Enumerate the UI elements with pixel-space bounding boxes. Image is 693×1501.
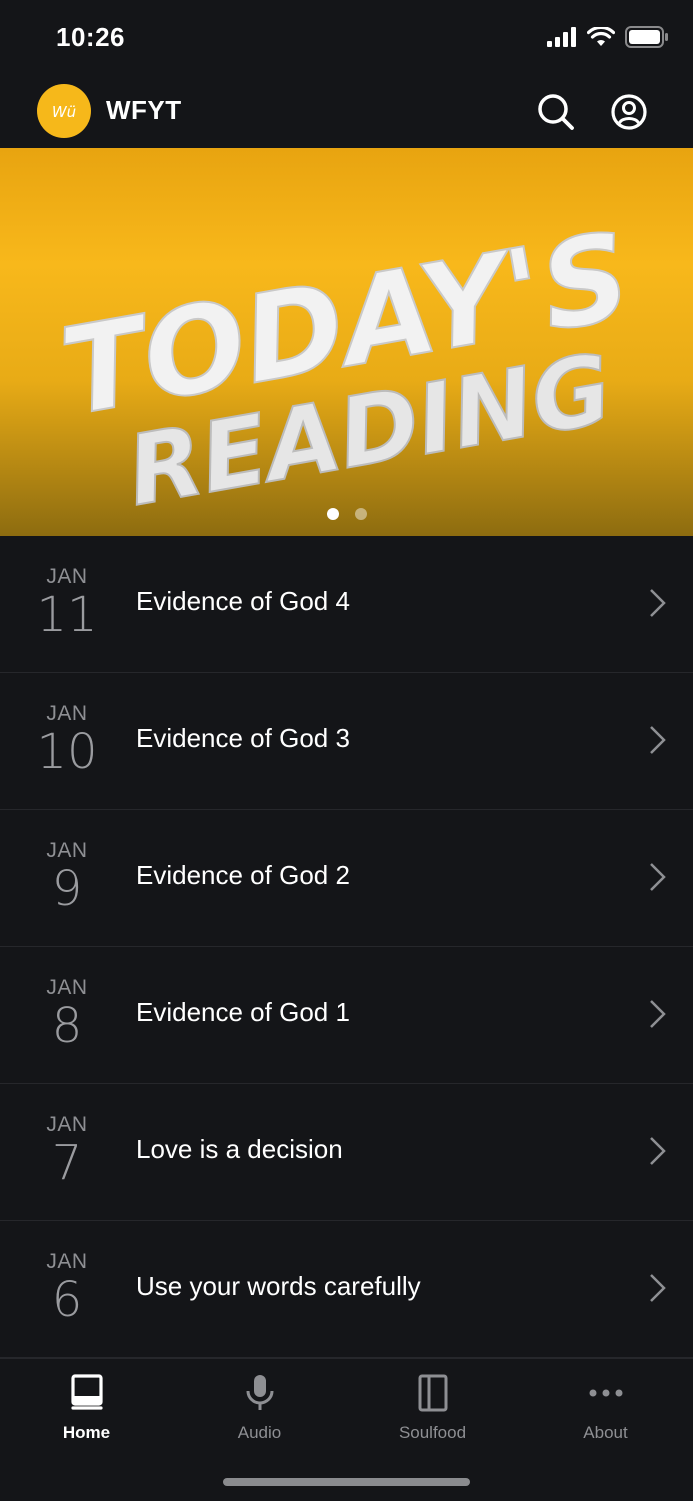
chevron-right-icon [650,726,666,754]
reading-date: JAN 9 [22,838,112,914]
reading-date: JAN 6 [22,1249,112,1325]
reading-title: Evidence of God 3 [136,723,350,753]
todays-reading-banner[interactable]: TODAY'S READING [0,148,693,536]
status-bar: 10:26 [0,0,693,78]
tab-soulfood[interactable]: Soulfood [346,1373,519,1453]
tab-label: Home [62,1423,111,1442]
reading-date: JAN 11 [22,564,112,640]
tab-home[interactable]: Home [0,1373,173,1453]
tab-label: Soulfood [398,1423,467,1442]
reading-row[interactable]: JAN 8 Evidence of God 1 [0,947,693,1084]
app-logo[interactable]: Wü [37,84,91,138]
tab-audio[interactable]: Audio [173,1373,346,1453]
chevron-right-icon [650,1000,666,1028]
app-header: Wü WFYT [0,78,693,148]
reading-row[interactable]: JAN 9 Evidence of God 2 [0,810,693,947]
app-title: WFYT [106,95,182,125]
carousel-dot-1[interactable] [326,508,339,520]
reading-title: Evidence of God 1 [136,997,350,1027]
tab-label: Audio [237,1423,282,1442]
notebook-icon [413,1373,453,1413]
chevron-right-icon [650,863,666,891]
home-indicator[interactable] [223,1478,470,1486]
reading-date: JAN 10 [22,701,112,777]
chevron-right-icon [650,589,666,617]
signal-icon [547,27,576,47]
book-icon [67,1373,107,1413]
svg-text:Wü: Wü [52,103,76,121]
reading-day: 10 [36,724,98,780]
reading-date: JAN 7 [22,1112,112,1188]
reading-row[interactable]: JAN 6 Use your words carefully [0,1221,693,1358]
reading-day: 8 [51,998,83,1054]
reading-row[interactable]: JAN 7 Love is a decision [0,1084,693,1221]
reading-row[interactable]: JAN 10 Evidence of God 3 [0,673,693,810]
chevron-right-icon [650,1137,666,1165]
reading-row[interactable]: JAN 11 Evidence of God 4 [0,536,693,673]
status-time: 10:26 [56,22,125,52]
carousel-dots [0,508,693,520]
reading-day: 9 [51,861,83,917]
battery-icon [625,26,668,48]
todays-reading-artwork: TODAY'S READING [51,206,641,529]
more-icon [586,1373,626,1413]
reading-title: Evidence of God 4 [136,586,350,616]
tab-bar: Home Audio Soulfood About [0,1358,693,1501]
reading-day: 6 [51,1272,83,1328]
reading-day: 7 [51,1135,83,1191]
reading-title: Evidence of God 2 [136,860,350,890]
search-icon [538,94,574,130]
status-icons [547,26,669,48]
reading-list: JAN 11 Evidence of God 4 JAN 10 Evidence… [0,536,693,1358]
profile-button[interactable] [607,90,651,134]
tab-about[interactable]: About [519,1373,692,1453]
wifi-icon [587,27,615,46]
carousel-dot-2[interactable] [354,508,367,520]
search-button[interactable] [534,90,578,134]
chevron-right-icon [650,1274,666,1302]
microphone-icon [240,1373,280,1413]
reading-title: Use your words carefully [136,1271,421,1301]
user-icon [611,94,647,130]
tab-label: About [583,1423,628,1442]
wfyt-logo-icon: Wü [52,103,76,121]
reading-date: JAN 8 [22,975,112,1051]
reading-day: 11 [36,587,98,643]
reading-title: Love is a decision [136,1134,343,1164]
